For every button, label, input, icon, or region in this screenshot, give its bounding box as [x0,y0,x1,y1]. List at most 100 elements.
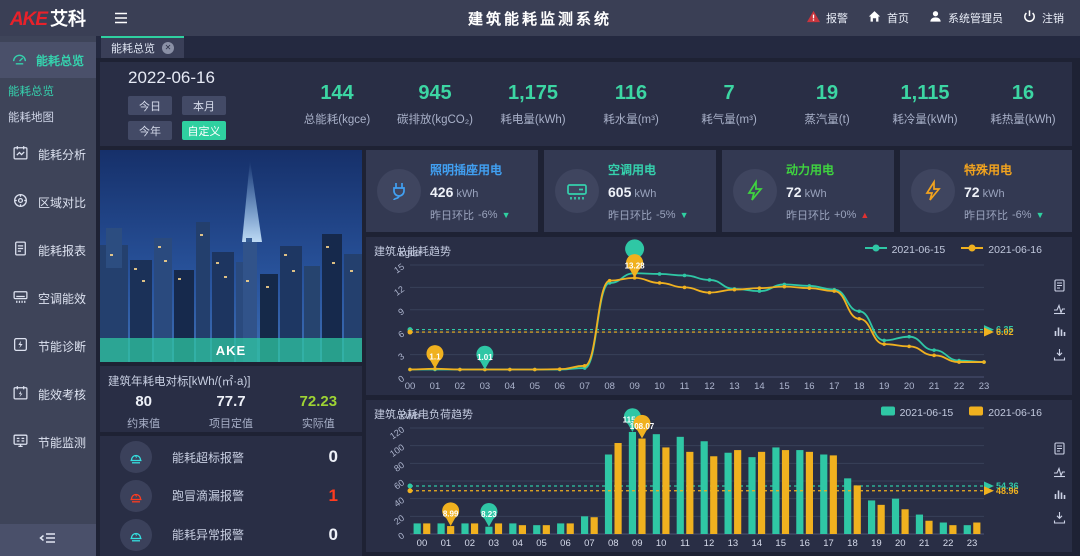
svg-text:03: 03 [480,381,491,392]
svg-text:1.01: 1.01 [477,353,493,362]
home-menu-item[interactable]: 首页 [867,9,909,27]
building-photo: AKE [100,150,362,362]
filter-button-today[interactable]: 今日 [128,96,172,115]
app-root: AKE 艾科 建筑能耗监测系统 报警 首页 系统管理员 注销 [0,0,1080,556]
stat-steam: 19蒸汽量(t) [778,82,876,127]
brand-text-cn: 艾科 [50,5,86,31]
svg-text:15: 15 [775,538,786,549]
sidebar-item-energy-monitor[interactable]: 节能监测 [0,418,96,466]
svg-text:13.28: 13.28 [625,261,646,270]
svg-text:02: 02 [465,538,476,549]
line-chart-switch-icon[interactable] [1053,302,1066,315]
svg-text:19: 19 [871,538,882,549]
svg-text:00: 00 [405,381,416,392]
benchmark-title: 建筑年耗电对标[kWh/(㎡·a)] [100,366,362,389]
filter-button-year[interactable]: 今年 [128,121,172,140]
alarm-menu-item[interactable]: 报警 [806,9,848,27]
tab-close-icon[interactable] [162,42,174,54]
alarm-count: 0 [329,447,338,467]
data-view-icon[interactable] [1053,279,1066,292]
sidebar-item-region-compare[interactable]: 区域对比 [0,178,96,226]
download-icon[interactable] [1053,511,1066,524]
stat-gas: 7耗气量(m³) [680,82,778,127]
user-icon [928,9,943,27]
card-value: 72kWh [964,184,1044,200]
tab-energy-overview[interactable]: 能耗总览 [101,36,184,58]
stat-carbon: 945碳排放(kgCO₂) [386,82,484,127]
svg-text:18: 18 [847,538,858,549]
svg-text:09: 09 [632,538,643,549]
svg-text:8.23: 8.23 [481,510,497,519]
sidebar-item-energy-report[interactable]: 能耗报表 [0,226,96,274]
alarm-beacon-icon [120,441,152,473]
city-skyline-image [100,150,362,362]
stat-cooling: 1,115耗冷量(kWh) [876,82,974,127]
sidebar: 能耗总览 能耗总览 能耗地图 能耗分析 区域对比 能耗报表 空调能效 节能诊断 … [0,36,96,556]
sidebar-item-energy-diagnosis[interactable]: 节能诊断 [0,322,96,370]
svg-text:10: 10 [654,381,665,392]
sidebar-collapse-button[interactable] [0,524,96,556]
alarm-row-leakage[interactable]: 跑冒滴漏报警 1 [100,480,362,512]
svg-text:6.02: 6.02 [996,327,1014,337]
chart-toolbox [1053,279,1066,361]
svg-text:17: 17 [829,381,840,392]
svg-text:15: 15 [779,381,790,392]
bar-chart: 020406080100120kWh0001020304050607080910… [370,402,1046,550]
card-lighting-socket[interactable]: 照明插座用电 426kWh 昨日环比-6% [366,150,538,232]
card-value: 605kWh [608,184,688,200]
home-icon [867,9,882,27]
filter-button-month[interactable]: 本月 [182,96,226,115]
download-icon[interactable] [1053,348,1066,361]
svg-text:12: 12 [704,381,715,392]
card-special[interactable]: 特殊用电 72kWh 昨日环比-6% [900,150,1072,232]
trend-arrow-icon [502,211,511,220]
hvac-icon [12,288,29,308]
alarm-count: 0 [329,525,338,545]
card-delta: 昨日环比+0% [786,207,869,223]
sidebar-item-hvac-efficiency[interactable]: 空调能效 [0,274,96,322]
svg-text:3: 3 [396,351,406,362]
svg-text:13: 13 [728,538,739,549]
alarm-row-over-limit[interactable]: 能耗超标报警 0 [100,441,362,473]
hamburger-menu-icon[interactable] [112,10,130,26]
compare-icon [12,192,29,212]
sidebar-item-efficiency-assess[interactable]: 能效考核 [0,370,96,418]
line-chart-switch-icon[interactable] [1053,465,1066,478]
card-hvac[interactable]: 空调用电 605kWh 昨日环比-5% [544,150,716,232]
sidebar-subitem-energy-map[interactable]: 能耗地图 [0,104,96,130]
card-power[interactable]: 动力用电 72kWh 昨日环比+0% [722,150,894,232]
bar-chart-switch-icon[interactable] [1053,325,1066,338]
sidebar-item-energy-analysis[interactable]: 能耗分析 [0,130,96,178]
svg-text:11: 11 [680,538,690,549]
logout-menu-item[interactable]: 注销 [1022,9,1064,27]
lightning-bolt-icon [911,169,955,213]
sidebar-group-energy-overview[interactable]: 能耗总览 [0,42,96,78]
svg-text:100: 100 [388,442,406,459]
svg-text:48.96: 48.96 [996,486,1019,496]
svg-text:21: 21 [929,381,940,392]
svg-text:13: 13 [729,381,740,392]
svg-text:14: 14 [754,381,765,392]
chart-toolbox [1053,442,1066,524]
line-chart-panel: 建筑总能耗趋势 2021-06-152021-06-16 03691215kgc… [366,237,1072,395]
svg-text:20: 20 [904,381,915,392]
card-delta: 昨日环比-6% [430,207,510,223]
bar-chart-switch-icon[interactable] [1053,488,1066,501]
svg-text:05: 05 [529,381,540,392]
bar-chart-panel: 建筑总耗电负荷趋势 2021-06-152021-06-16 020406080… [366,400,1072,552]
sidebar-subitem-energy-overview[interactable]: 能耗总览 [0,78,96,104]
analysis-icon [12,144,29,164]
data-view-icon[interactable] [1053,442,1066,455]
svg-text:8.99: 8.99 [443,510,459,519]
trend-arrow-icon [1036,211,1045,220]
alarm-row-abnormal[interactable]: 能耗异常报警 0 [100,519,362,551]
user-menu-item[interactable]: 系统管理员 [928,9,1003,27]
svg-text:19: 19 [879,381,890,392]
svg-text:01: 01 [441,538,452,549]
alarm-beacon-icon [120,519,152,551]
card-title: 动力用电 [786,161,869,178]
svg-text:22: 22 [943,538,954,549]
filter-button-custom[interactable]: 自定义 [182,121,226,140]
diagnose-icon [12,336,29,356]
stat-electricity: 1,175耗电量(kWh) [484,82,582,127]
